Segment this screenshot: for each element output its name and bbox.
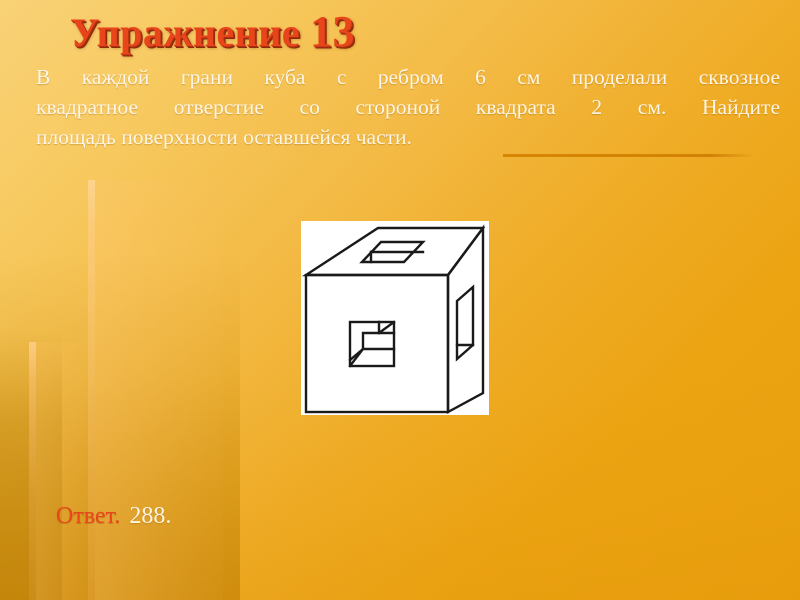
background-corner-wash-inner [0, 330, 62, 600]
slide-canvas: Упражнение 13 В каждой грани куба с ребро… [0, 0, 800, 600]
front-face-hole-group [348, 320, 396, 368]
divider-rule [503, 154, 756, 157]
decorative-ribbon-line-left [29, 342, 36, 600]
cube-right-face [446, 224, 485, 415]
figure-cube-with-holes [301, 221, 489, 415]
right-face-hole-group [455, 284, 475, 362]
front-face-hole-tunnel-near-wall [348, 320, 381, 362]
front-face-hole-opening [348, 320, 396, 368]
page-title-number: 13 [310, 7, 356, 56]
problem-line-2: квадратное отверстие со стороной квадрат… [36, 95, 780, 119]
decorative-ribbon-line-right [88, 180, 95, 600]
problem-line-1: В каждой грани куба с ребром 6 см продел… [36, 65, 780, 89]
problem-statement: В каждой грани куба с ребром 6 см продел… [36, 62, 780, 152]
problem-line-3: площадь поверхности оставшейся части. [36, 125, 412, 149]
answer-line: Ответ. 288. [56, 503, 171, 530]
decorative-ribbon-wide-right [95, 180, 223, 600]
page-title: Упражнение 13 [70, 6, 355, 57]
cube-front-face [304, 273, 450, 414]
answer-value: 288. [129, 503, 172, 529]
front-face-hole-diagonal-top-right [377, 320, 396, 335]
answer-label: Ответ. [56, 503, 121, 529]
decorative-ribbon-wide-left [36, 342, 94, 600]
cube-diagram-svg [301, 224, 486, 415]
page-title-word: Упражнение [70, 10, 301, 55]
top-face-hole-group [359, 240, 426, 264]
right-face-hole-opening [455, 284, 475, 362]
